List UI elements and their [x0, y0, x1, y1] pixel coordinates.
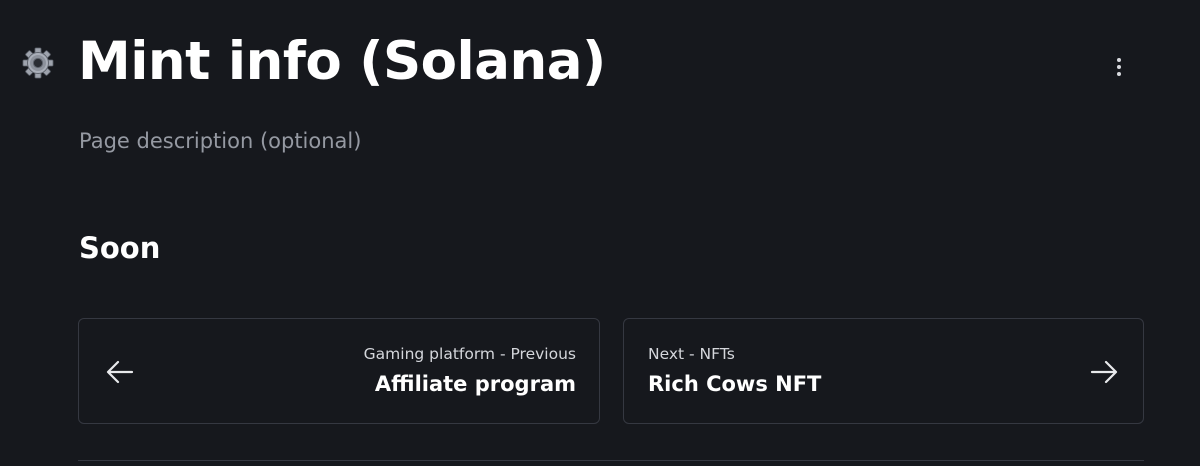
more-dot — [1117, 65, 1121, 69]
divider — [78, 460, 1144, 461]
next-page-text: Next - NFTs Rich Cows NFT — [648, 343, 821, 399]
next-page-subtitle: Next - NFTs — [648, 345, 735, 363]
previous-page-title: Affiliate program — [374, 372, 576, 396]
gear-icon[interactable] — [20, 45, 56, 81]
next-page-link[interactable]: Next - NFTs Rich Cows NFT — [623, 318, 1144, 424]
page: Mint info (Solana) Page description (opt… — [0, 0, 1200, 466]
more-dot — [1117, 58, 1121, 62]
page-description: Page description (optional) — [79, 129, 362, 153]
previous-page-link[interactable]: Gaming platform - Previous Affiliate pro… — [78, 318, 600, 424]
next-page-title: Rich Cows NFT — [648, 372, 822, 396]
page-title: Mint info (Solana) — [78, 31, 606, 92]
arrow-right-icon — [1089, 358, 1119, 386]
more-dot — [1117, 72, 1121, 76]
more-vertical-icon[interactable] — [1104, 52, 1134, 82]
arrow-left-icon — [105, 358, 135, 386]
section-heading: Soon — [79, 231, 161, 265]
previous-page-subtitle: Gaming platform - Previous — [363, 345, 576, 363]
previous-page-text: Gaming platform - Previous Affiliate pro… — [364, 343, 576, 399]
